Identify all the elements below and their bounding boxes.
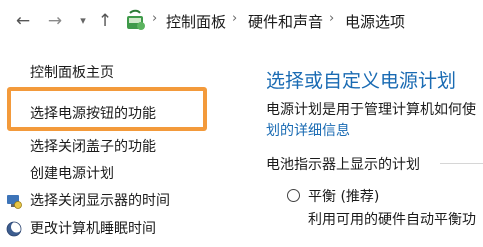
sidebar-item-lid[interactable]: 选择关闭盖子的功能	[30, 136, 156, 156]
breadcrumb-control-panel[interactable]: 控制面板	[166, 11, 226, 32]
plan-radio-balanced[interactable]	[287, 189, 300, 202]
arrow-right-icon: →	[47, 11, 63, 31]
section-divider	[440, 163, 483, 164]
forward-button[interactable]: →	[44, 10, 66, 32]
section-heading: 电池指示器上显示的计划	[266, 157, 420, 173]
control-panel-icon	[127, 9, 145, 30]
address-bar: ← → ▾ ↑ › 控制面板 › 硬件和声音 › 电源选项	[0, 0, 483, 44]
description-text: 电源计划是用于管理计算机如何使	[266, 102, 476, 118]
back-button[interactable]: ←	[12, 10, 34, 32]
breadcrumb-separator-icon: ›	[232, 11, 238, 26]
arrow-left-icon: ←	[15, 11, 31, 31]
highlight-box	[7, 87, 207, 131]
sidebar-item-control-panel-home[interactable]: 控制面板主页	[30, 62, 114, 82]
plan-description: 利用可用的硬件自动平衡功	[308, 212, 476, 228]
up-button[interactable]: ↑	[94, 10, 116, 32]
sidebar-item-display-off[interactable]: 选择关闭显示器的时间	[30, 190, 170, 210]
page-title: 选择或自定义电源计划	[266, 70, 457, 92]
monitor-power-icon	[7, 195, 22, 209]
plan-name[interactable]: 平衡 (推荐)	[308, 186, 379, 206]
sidebar-item-create-plan[interactable]: 创建电源计划	[30, 163, 114, 183]
chevron-down-icon: ▾	[80, 14, 86, 27]
recent-locations-button[interactable]: ▾	[72, 10, 94, 32]
arrow-up-icon: ↑	[97, 11, 113, 31]
breadcrumb-separator-icon: ›	[152, 11, 158, 26]
breadcrumb-separator-icon: ›	[329, 11, 335, 26]
breadcrumb-power-options[interactable]: 电源选项	[345, 11, 405, 32]
moon-sleep-icon	[6, 221, 22, 237]
sidebar-item-sleep[interactable]: 更改计算机睡眠时间	[30, 218, 156, 238]
breadcrumb-hardware-sound[interactable]: 硬件和声音	[248, 11, 323, 32]
plan-details-link[interactable]: 划的详细信息	[266, 120, 350, 140]
